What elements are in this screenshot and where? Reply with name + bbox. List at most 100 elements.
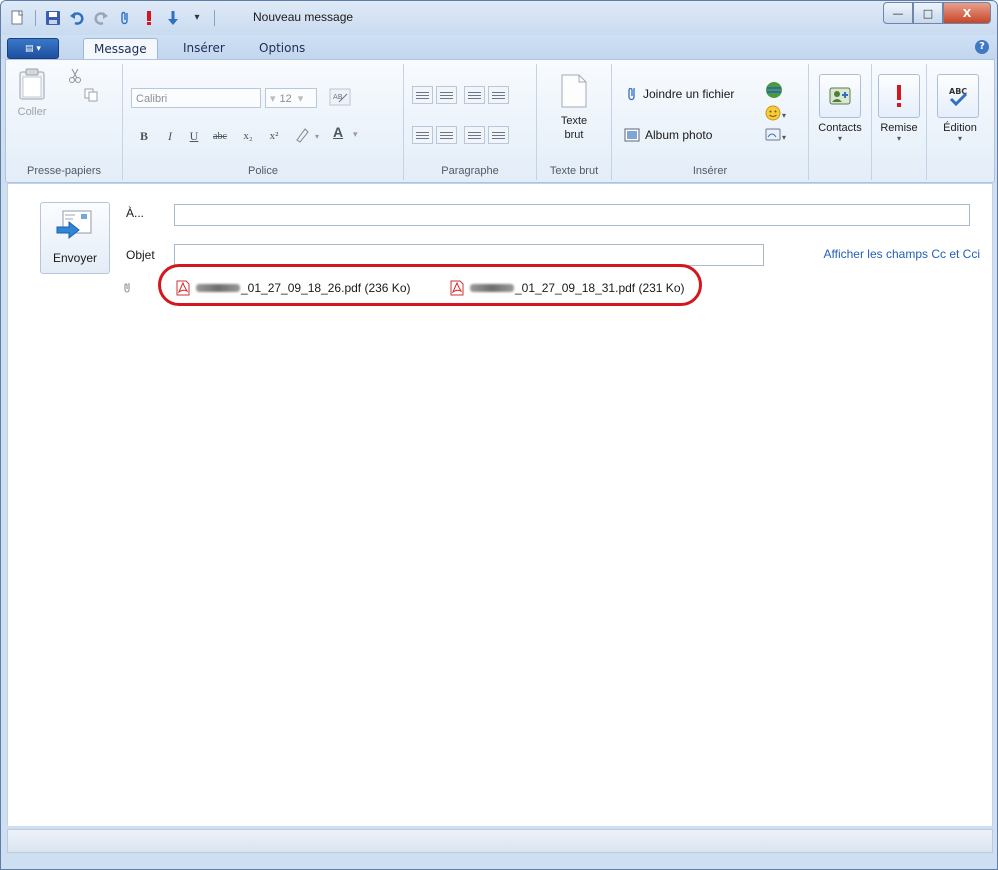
attachment-clip-icon — [124, 282, 132, 297]
web-image-icon[interactable] — [764, 80, 786, 103]
clipboard-icon — [19, 68, 45, 100]
increase-indent-icon[interactable] — [488, 86, 509, 104]
tab-options[interactable]: Options — [249, 38, 315, 59]
edition-dropdown-icon: ▾ — [957, 134, 962, 143]
font-color-label: A — [333, 124, 344, 140]
superscript-button[interactable]: x² — [263, 126, 285, 146]
paste-label: Coller — [17, 106, 47, 118]
highlight-color-icon[interactable]: ▾ — [293, 125, 327, 148]
low-priority-icon[interactable] — [162, 7, 184, 29]
minimize-button[interactable]: — — [883, 2, 913, 24]
send-label: Envoyer — [52, 251, 98, 265]
close-button[interactable]: X — [943, 2, 991, 24]
svg-text:▾: ▾ — [782, 133, 786, 142]
align-left-icon[interactable] — [412, 126, 433, 144]
to-label: À... — [126, 206, 145, 220]
tab-inserer[interactable]: Insérer — [173, 38, 235, 59]
remise-dropdown-icon: ▾ — [896, 134, 901, 143]
send-envelope-icon — [56, 210, 92, 240]
help-icon[interactable]: ? — [975, 40, 989, 54]
maximize-button[interactable]: □ — [913, 2, 943, 24]
document-icon — [561, 74, 587, 108]
undo-icon[interactable] — [66, 7, 88, 29]
svg-text:▾: ▾ — [315, 132, 319, 141]
bullet-list-icon[interactable] — [436, 86, 457, 104]
status-bar — [7, 829, 993, 853]
italic-button[interactable]: I — [161, 126, 179, 146]
show-cc-bcc-link[interactable]: Afficher les champs Cc et Cci — [824, 247, 981, 261]
app-menu-button[interactable]: ▤ ▾ — [7, 38, 59, 59]
quick-access-toolbar: ▾ — [7, 7, 219, 29]
align-right-icon[interactable] — [464, 126, 485, 144]
attach-icon[interactable] — [114, 7, 136, 29]
insert-group-label: Insérer — [692, 165, 728, 177]
signature-icon[interactable]: ▾ — [764, 126, 790, 147]
justify-icon[interactable] — [488, 126, 509, 144]
contacts-icon[interactable] — [819, 74, 861, 118]
contacts-dropdown-icon: ▾ — [837, 134, 842, 143]
edition-label-text: Édition — [943, 122, 977, 134]
redo-icon[interactable] — [90, 7, 112, 29]
contacts-label-text: Contacts — [818, 122, 862, 134]
numbered-list-icon[interactable] — [412, 86, 433, 104]
qat-separator — [35, 10, 36, 26]
remise-label-text: Remise — [880, 122, 918, 134]
group-plain-text: Texte brut Texte brut — [537, 64, 612, 180]
copy-icon[interactable] — [84, 88, 98, 105]
edition-label[interactable]: Édition ▾ — [927, 122, 993, 143]
group-contacts: Contacts ▾ — [809, 64, 872, 180]
attach-file-button[interactable]: Joindre un fichier — [626, 86, 734, 102]
to-input[interactable] — [174, 204, 970, 226]
plain-text-button[interactable]: Texte brut — [551, 74, 597, 142]
save-icon[interactable] — [42, 7, 64, 29]
subject-input[interactable] — [174, 244, 764, 266]
group-clipboard: Coller Presse-papiers — [6, 64, 123, 180]
group-edition: ABC Édition ▾ — [927, 64, 993, 180]
font-color-dropdown-icon: ▾ — [352, 130, 358, 140]
tab-message[interactable]: Message — [83, 38, 158, 60]
ribbon-tabs: ▤ ▾ Message Insérer Options ? — [1, 35, 997, 60]
font-size-select[interactable]: ▾ 12 ▾ — [265, 88, 317, 108]
attachments-highlight-annotation — [158, 264, 702, 306]
message-body-editor[interactable] — [7, 314, 993, 826]
new-icon[interactable] — [7, 7, 29, 29]
emoticon-icon[interactable]: ▾ — [764, 104, 790, 125]
ribbon: Coller Presse-papiers Calibri ▾ 12 ▾ AB B … — [5, 59, 995, 183]
font-name-select[interactable]: Calibri — [131, 88, 261, 108]
spellcheck-icon[interactable]: ABC — [937, 74, 979, 118]
align-center-icon[interactable] — [436, 126, 457, 144]
decrease-indent-icon[interactable] — [464, 86, 485, 104]
priority-big-icon[interactable] — [878, 74, 920, 118]
window-title: Nouveau message — [253, 10, 354, 24]
font-color-button[interactable]: A ▾ — [333, 124, 357, 140]
title-bar: ▾ Nouveau message — □ X — [1, 1, 997, 35]
paste-button[interactable]: Coller — [12, 68, 52, 118]
send-button[interactable]: Envoyer — [40, 202, 110, 274]
clear-format-icon[interactable]: AB — [329, 88, 351, 109]
paperclip-icon — [628, 87, 635, 101]
plain-text-group-label: Texte brut — [549, 165, 599, 177]
group-font: Calibri ▾ 12 ▾ AB B I U abc x₂ x² ▾ A ▾ Po… — [123, 64, 404, 180]
priority-icon[interactable] — [138, 7, 160, 29]
underline-button[interactable]: U — [185, 126, 203, 146]
contacts-label[interactable]: Contacts ▾ — [809, 122, 871, 143]
qat-separator — [214, 10, 215, 26]
photo-album-button[interactable]: Album photo — [624, 128, 712, 142]
plain-text-label-line2: brut — [564, 129, 584, 141]
message-header: Envoyer À... Objet Afficher les champs C… — [7, 183, 993, 315]
strikethrough-button[interactable]: abc — [207, 126, 233, 146]
subscript-button[interactable]: x₂ — [237, 126, 259, 146]
font-size-value: 12 — [279, 93, 292, 105]
subject-label: Objet — [126, 248, 155, 262]
photo-album-icon — [624, 128, 640, 142]
cut-icon[interactable] — [68, 68, 82, 87]
customize-icon[interactable]: ▾ — [186, 7, 208, 29]
clipboard-group-label: Presse-papiers — [27, 165, 101, 177]
photo-album-label: Album photo — [645, 128, 713, 142]
group-insert: Joindre un fichier Album photo ▾ ▾ Insér… — [612, 64, 809, 180]
paragraph-group-label: Paragraphe — [441, 165, 499, 177]
remise-label[interactable]: Remise ▾ — [872, 122, 926, 143]
bold-button[interactable]: B — [135, 126, 153, 146]
svg-text:▾: ▾ — [782, 111, 786, 120]
font-group-label: Police — [248, 165, 278, 177]
